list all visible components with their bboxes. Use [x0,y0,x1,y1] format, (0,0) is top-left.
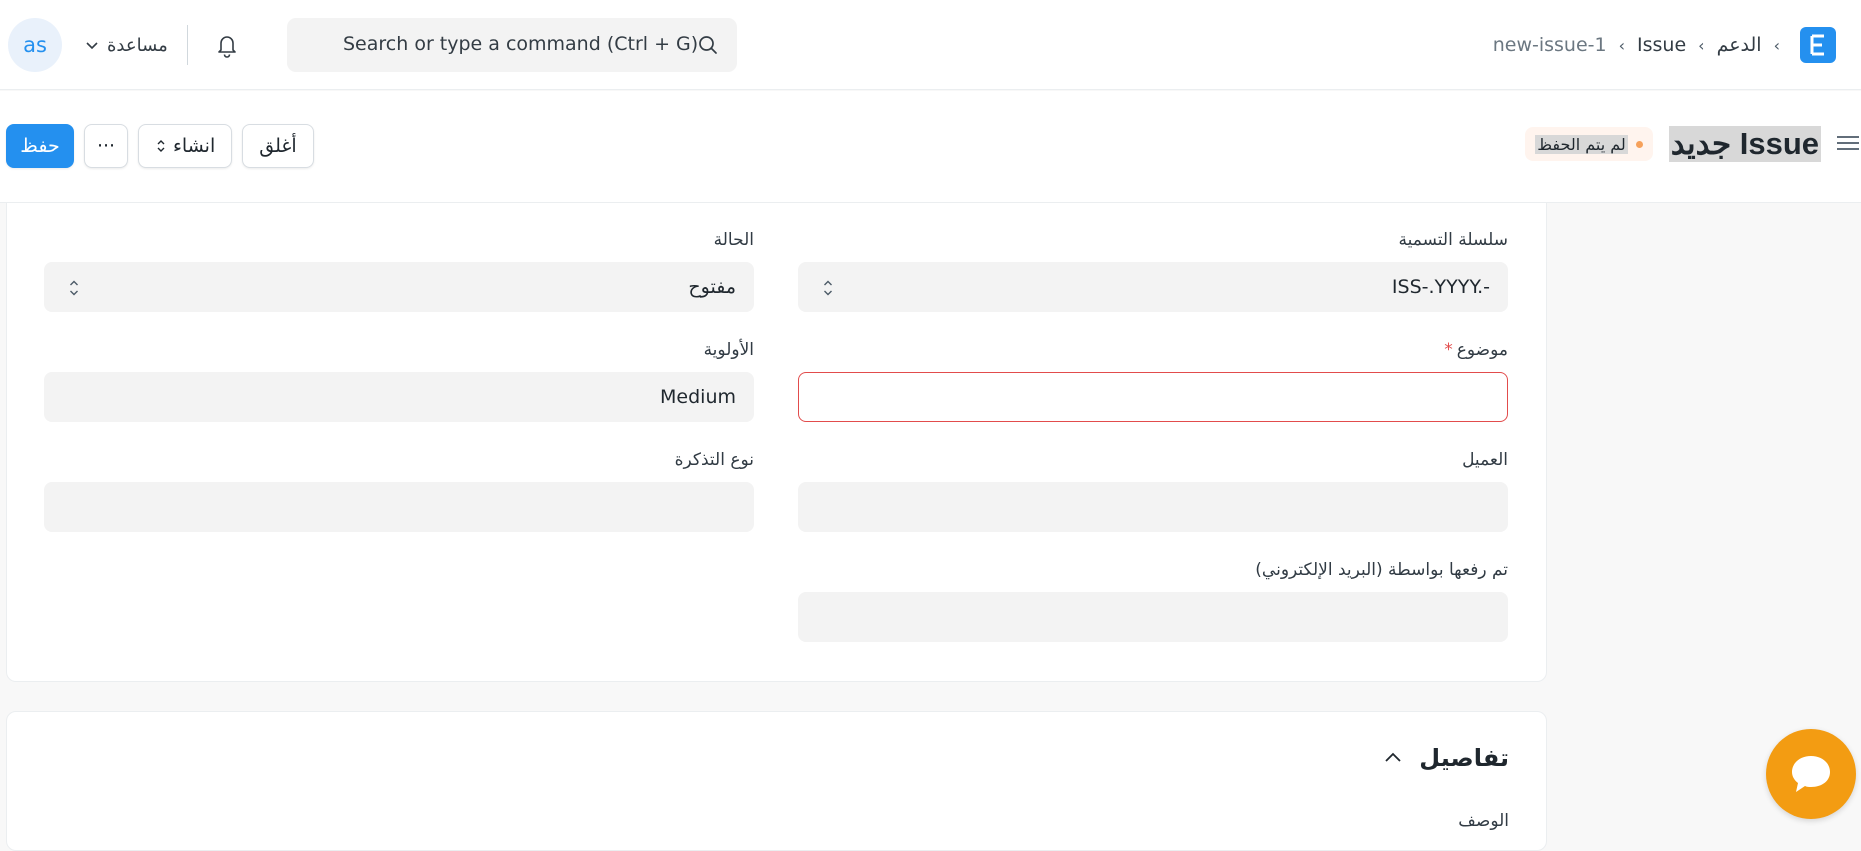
navbar-divider [187,25,188,65]
subject-input[interactable] [798,372,1508,422]
page-actions: حفظ ··· انشاء أغلق [6,124,314,168]
customer-field: العميل [798,448,1508,532]
page-head: Issue جديد لم يتم الحفظ حفظ ··· انشاء أغ… [0,91,1861,203]
status-text: لم يتم الحفظ [1535,134,1628,154]
chevron-down-icon [86,42,98,50]
save-button[interactable]: حفظ [6,124,74,168]
more-icon: ··· [96,135,116,157]
status-field: الحالة مفتوح [44,228,754,312]
avatar[interactable]: as [8,18,62,72]
status-value: مفتوح [688,276,736,298]
breadcrumb-separator-icon: › [1698,35,1705,55]
form-section-main: سلسلة التسمية ISS-.YYYY.- الحالة مفتوح م… [6,203,1547,682]
erpnext-logo-icon [1810,34,1824,56]
subject-label: موضوع* [798,338,1508,362]
priority-field: الأولوية Medium [44,338,754,422]
breadcrumb-item-issue[interactable]: Issue [1637,34,1686,56]
app-logo-icon[interactable] [1800,27,1836,63]
raised-by-label: تم رفعها بواسطة (البريد الإلكتروني) [1255,560,1508,580]
breadcrumb-separator-icon: › [1618,35,1626,55]
updown-chevron-icon [157,140,165,152]
sidebar-toggle-icon[interactable] [1833,129,1861,157]
issue-type-input[interactable] [44,482,754,532]
create-label: انشاء [173,135,216,157]
details-section-title: تفاصيل [1419,744,1509,772]
naming-series-field: سلسلة التسمية ISS-.YYYY.- [798,228,1508,312]
select-arrows-icon [824,280,832,296]
create-dropdown-button[interactable]: انشاء [138,124,233,168]
title-area: Issue جديد لم يتم الحفظ [1525,124,1821,164]
search-icon [699,36,717,54]
priority-label: الأولوية [703,340,754,360]
status-select[interactable]: مفتوح [44,262,754,312]
priority-value: Medium [660,386,736,408]
search-placeholder: Search or type a command (Ctrl + G) [343,33,699,55]
close-issue-button[interactable]: أغلق [242,124,314,168]
breadcrumb-item-current: new-issue-1 [1492,34,1607,56]
breadcrumb-separator-icon: › [1773,35,1780,55]
raised-by-field: تم رفعها بواسطة (البريد الإلكتروني) [798,558,1508,642]
naming-series-select[interactable]: ISS-.YYYY.- [798,262,1508,312]
top-navbar: as مساعدة Search or type a command (Ctrl… [0,0,1861,90]
customer-input[interactable] [798,482,1508,532]
chat-icon [1792,756,1830,792]
priority-input[interactable]: Medium [44,372,754,422]
chevron-up-icon [1385,752,1401,762]
description-label: الوصف [1458,811,1509,831]
avatar-initials: as [23,33,47,57]
more-actions-button[interactable]: ··· [84,124,128,168]
bell-icon[interactable] [212,30,242,60]
issue-type-field: نوع التذكرة [44,448,754,532]
subject-label-text: موضوع [1456,340,1508,360]
customer-label: العميل [1462,450,1508,470]
details-section-toggle[interactable]: تفاصيل [1383,744,1509,772]
help-label: مساعدة [107,34,168,56]
form-section-details: تفاصيل الوصف [6,711,1547,851]
unsaved-dot-icon [1635,140,1643,148]
raised-by-input[interactable] [798,592,1508,642]
page-title: Issue جديد [1668,126,1821,162]
select-arrows-icon [70,280,78,296]
status-label: الحالة [713,230,754,250]
breadcrumb: › الدعم › Issue › new-issue-1 [1493,18,1861,72]
search-input[interactable]: Search or type a command (Ctrl + G) [287,18,737,72]
chat-widget-button[interactable] [1766,729,1856,819]
issue-type-label: نوع التذكرة [674,450,754,470]
status-badge: لم يتم الحفظ [1525,127,1653,161]
naming-series-value: ISS-.YYYY.- [1391,276,1490,298]
naming-series-label: سلسلة التسمية [1398,230,1508,250]
subject-field: موضوع* [798,338,1508,422]
required-asterisk: * [1444,340,1453,360]
help-dropdown[interactable]: مساعدة [85,28,168,62]
breadcrumb-item-support[interactable]: الدعم [1717,34,1762,56]
